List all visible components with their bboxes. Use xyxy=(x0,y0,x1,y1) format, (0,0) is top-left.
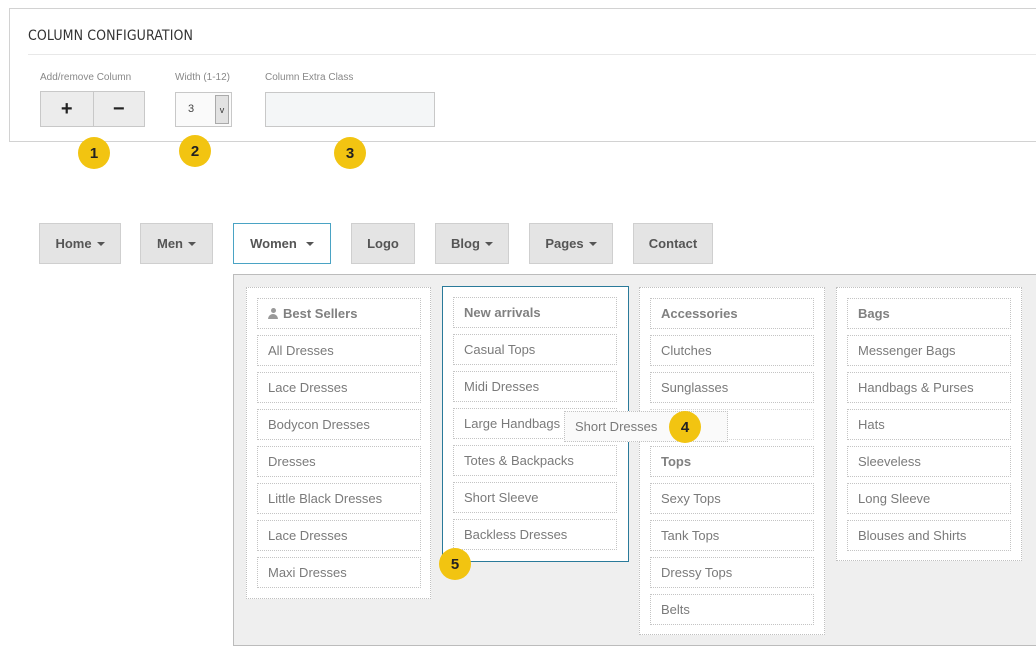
add-remove-column-label: Add/remove Column xyxy=(40,72,132,83)
marker-1: 1 xyxy=(78,137,110,169)
nav-item-men[interactable]: Men xyxy=(140,223,213,264)
menu-item[interactable]: Short Sleeve xyxy=(453,482,617,513)
menu-item[interactable]: Midi Dresses xyxy=(453,371,617,402)
remove-column-button[interactable]: − xyxy=(92,92,145,126)
nav-item-label: Men xyxy=(157,236,183,251)
menu-column-3[interactable]: Accessories Clutches Sunglasses Tops Sex… xyxy=(639,287,825,635)
marker-5: 5 xyxy=(439,548,471,580)
nav-item-contact[interactable]: Contact xyxy=(633,223,713,264)
marker-3: 3 xyxy=(334,137,366,169)
chevron-down-icon[interactable]: v xyxy=(215,95,229,124)
menu-item[interactable]: Sleeveless xyxy=(847,446,1011,477)
caret-down-icon xyxy=(96,241,105,246)
caret-down-icon xyxy=(305,241,314,246)
divider xyxy=(28,54,1036,55)
add-column-button[interactable]: + xyxy=(41,92,93,126)
nav-item-pages[interactable]: Pages xyxy=(529,223,613,264)
column-heading[interactable]: Tops xyxy=(650,446,814,477)
column-extra-class-label: Column Extra Class xyxy=(265,72,354,83)
menu-item[interactable]: Bodycon Dresses xyxy=(257,409,421,440)
nav-item-label: Blog xyxy=(451,236,480,251)
width-value: 3 xyxy=(188,103,195,115)
menu-item[interactable]: Belts xyxy=(650,594,814,625)
menu-item[interactable]: Totes & Backpacks xyxy=(453,445,617,476)
caret-down-icon xyxy=(588,241,597,246)
menu-item[interactable]: Lace Dresses xyxy=(257,520,421,551)
menu-item[interactable]: Little Black Dresses xyxy=(257,483,421,514)
menu-item[interactable]: Backless Dresses xyxy=(453,519,617,550)
menu-column-1[interactable]: Best Sellers All Dresses Lace Dresses Bo… xyxy=(246,287,431,599)
menu-item[interactable]: Sexy Tops xyxy=(650,483,814,514)
width-label: Width (1-12) xyxy=(175,72,231,83)
menu-item[interactable]: All Dresses xyxy=(257,335,421,366)
nav-item-blog[interactable]: Blog xyxy=(435,223,509,264)
column-extra-class-input[interactable] xyxy=(265,92,435,127)
caret-down-icon xyxy=(484,241,493,246)
caret-down-icon xyxy=(188,241,196,246)
menu-item[interactable]: Clutches xyxy=(650,335,814,366)
mega-menu: Best Sellers All Dresses Lace Dresses Bo… xyxy=(233,274,1036,646)
menu-item[interactable]: Hats xyxy=(847,409,1011,440)
nav-item-label: Logo xyxy=(367,236,399,251)
marker-2: 2 xyxy=(179,135,211,167)
width-select[interactable]: 3 v xyxy=(175,92,232,127)
column-heading[interactable]: New arrivals xyxy=(453,297,617,328)
dragging-menu-item[interactable]: Short Dresses xyxy=(564,411,728,442)
menu-column-4[interactable]: Bags Messenger Bags Handbags & Purses Ha… xyxy=(836,287,1022,561)
menu-item[interactable]: Tank Tops xyxy=(650,520,814,551)
column-configuration-panel: COLUMN CONFIGURATION Add/remove Column +… xyxy=(9,8,1036,142)
menu-item[interactable]: Lace Dresses xyxy=(257,372,421,403)
marker-4: 4 xyxy=(669,411,701,443)
nav-item-logo[interactable]: Logo xyxy=(351,223,415,264)
column-heading[interactable]: Bags xyxy=(847,298,1011,329)
nav-item-label: Pages xyxy=(545,236,584,251)
nav-item-label: Contact xyxy=(648,236,698,251)
column-heading[interactable]: Accessories xyxy=(650,298,814,329)
menu-item[interactable]: Messenger Bags xyxy=(847,335,1011,366)
add-remove-column-buttons: + − xyxy=(40,91,145,127)
menu-item[interactable]: Dresses xyxy=(257,446,421,477)
menu-item[interactable]: Handbags & Purses xyxy=(847,372,1011,403)
menu-item[interactable]: Casual Tops xyxy=(453,334,617,365)
menu-item[interactable]: Maxi Dresses xyxy=(257,557,421,588)
menu-item[interactable]: Long Sleeve xyxy=(847,483,1011,514)
config-title: COLUMN CONFIGURATION xyxy=(28,28,194,44)
menu-item[interactable]: Sunglasses xyxy=(650,372,814,403)
nav-item-label: Women xyxy=(250,236,297,251)
user-icon xyxy=(268,308,278,319)
column-heading[interactable]: Best Sellers xyxy=(257,298,421,329)
menu-item[interactable]: Dressy Tops xyxy=(650,557,814,588)
menu-item[interactable]: Blouses and Shirts xyxy=(847,520,1011,551)
nav-item-home[interactable]: Home xyxy=(39,223,121,264)
nav-item-women[interactable]: Women xyxy=(233,223,331,264)
nav-item-label: Home xyxy=(55,236,92,251)
